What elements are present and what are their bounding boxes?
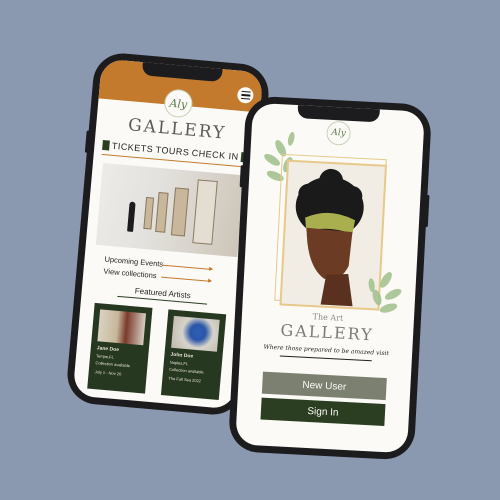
- link-label: View collections: [103, 266, 157, 281]
- artist-dates: The Fall Sea 2022: [168, 375, 202, 384]
- artist-location: Tempe,FL: [95, 353, 115, 360]
- sign-in-button[interactable]: Sign In: [260, 397, 386, 427]
- artist-artwork-image: [171, 315, 220, 352]
- quick-links: Upcoming Events View collections: [103, 254, 235, 289]
- tab-tickets[interactable]: TICKETS: [111, 141, 153, 155]
- volume-button: [239, 165, 244, 188]
- tagline-underline: [279, 355, 372, 362]
- power-button: [424, 194, 430, 228]
- visitor-figure: [127, 201, 136, 232]
- artist-location: Naples,FL: [169, 359, 189, 367]
- arrow-right-icon: [162, 264, 213, 270]
- artist-availability: Collection available: [95, 360, 131, 369]
- artist-availability: Collection available: [169, 366, 204, 375]
- hero-artwork: [264, 131, 402, 313]
- gallery-hero-image: [95, 163, 245, 258]
- artist-dates: July 1 - Nov 20: [94, 369, 122, 377]
- artist-name: Jane Doe: [96, 345, 120, 354]
- artist-name: John Doe: [170, 351, 194, 360]
- tab-check-in[interactable]: CHECK IN: [191, 148, 239, 162]
- artist-card[interactable]: John Doe Naples,FL Collection available …: [160, 309, 227, 401]
- artist-card[interactable]: Jane Doe Tempe,FL Collection available J…: [87, 302, 153, 394]
- new-user-button[interactable]: New User: [261, 371, 387, 401]
- right-phone-mockup: Aly The Art GALLERY Where those prepared…: [227, 95, 433, 461]
- arrow-right-icon: [161, 276, 212, 282]
- artist-artwork-image: [97, 309, 146, 346]
- logo-text: Aly: [169, 96, 188, 111]
- tab-bar-left-cap: [102, 139, 110, 151]
- volume-button: [84, 130, 90, 153]
- tab-tours[interactable]: TOURS: [155, 145, 190, 158]
- welcome-screen: Aly The Art GALLERY Where those prepared…: [235, 102, 425, 454]
